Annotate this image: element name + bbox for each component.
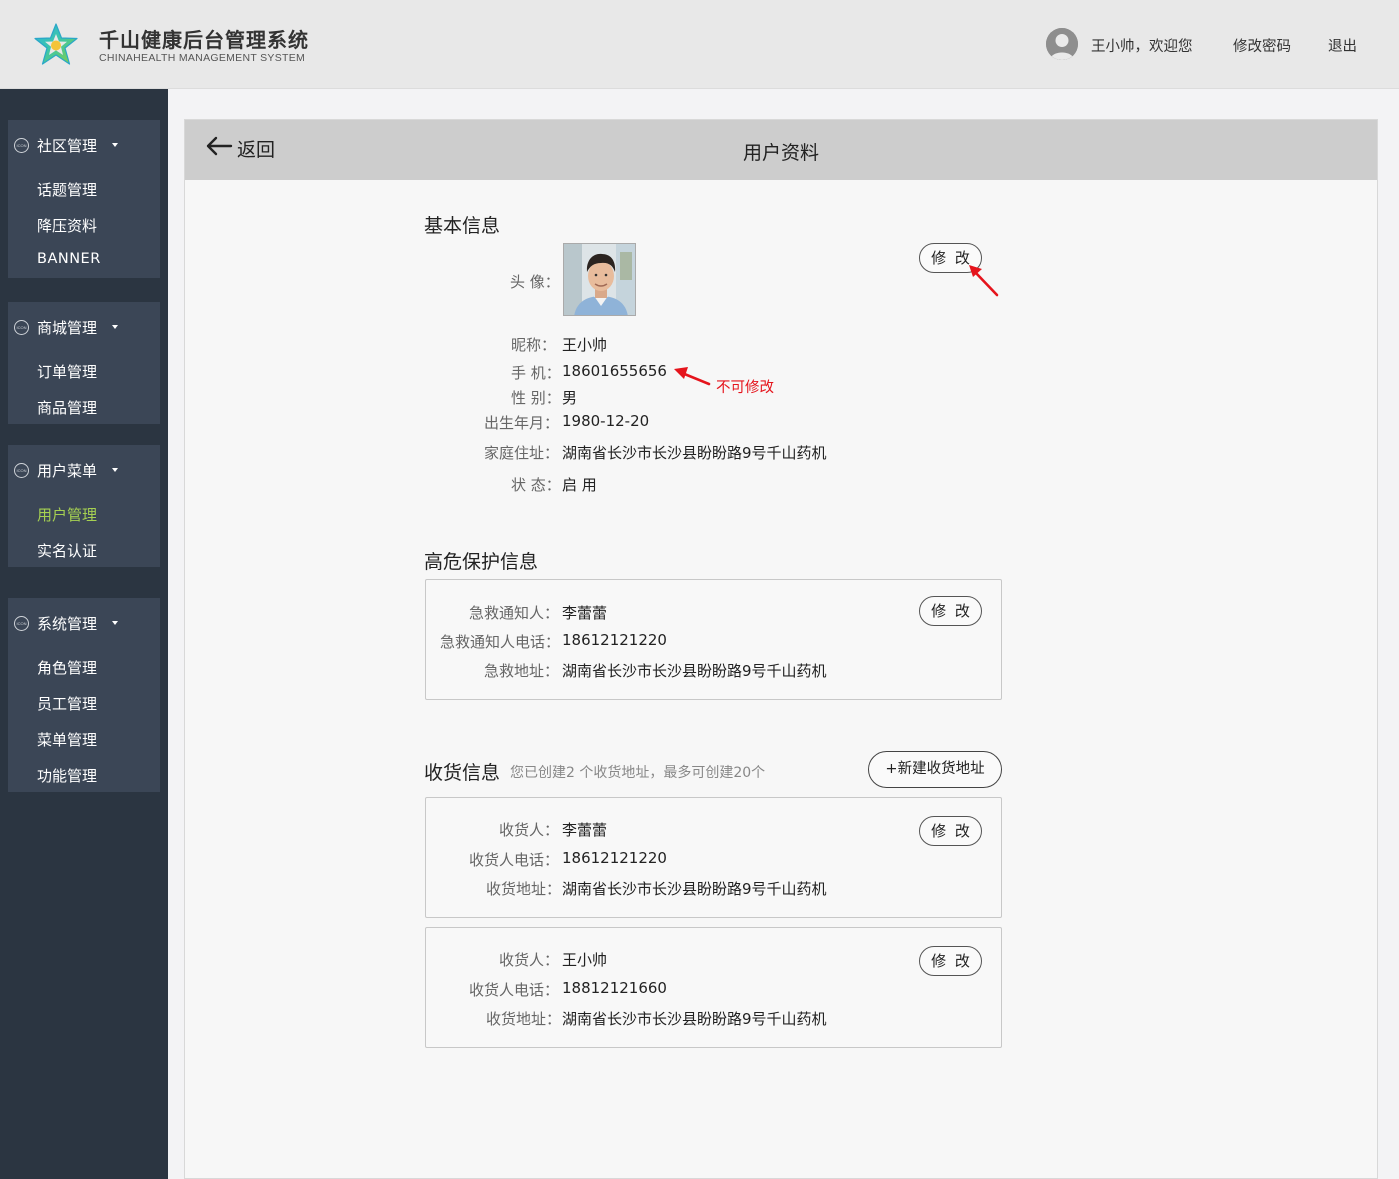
menu-group-system: ICON 系统管理 角色管理 员工管理 菜单管理 功能管理 <box>8 598 160 792</box>
menu-placeholder-icon: ICON <box>14 463 29 478</box>
avatar-label: 头 像： <box>510 273 560 291</box>
top-header: 千山健康后台管理系统 CHINAHEALTH MANAGEMENT SYSTEM… <box>0 0 1399 89</box>
change-password-link[interactable]: 修改密码 <box>1233 35 1291 56</box>
menu-head-label: 系统管理 <box>37 615 98 633</box>
welcome-text: 王小帅，欢迎您 <box>1091 39 1193 55</box>
menu-placeholder-icon: ICON <box>14 138 29 153</box>
back-label: 返回 <box>237 139 276 161</box>
menu-head-label: 用户菜单 <box>37 462 98 480</box>
phone-label: 手 机： <box>511 364 561 382</box>
app-subtitle: CHINAHEALTH MANAGEMENT SYSTEM <box>99 52 306 64</box>
shipping-address-label: 收货地址： <box>486 1010 562 1028</box>
sidebar: ICON 社区管理 话题管理 降压资料 BANNER ICON 商城管理 订单管… <box>0 89 168 1179</box>
status-label: 状 态： <box>511 476 561 494</box>
shipping-address-value: 湖南省长沙市长沙县盼盼路9号千山药机 <box>562 1010 827 1028</box>
annotation-arrow-icon <box>969 265 999 297</box>
annotation-arrow-icon <box>674 367 711 386</box>
menu-head-label: 商城管理 <box>37 319 98 337</box>
basic-info-title: 基本信息 <box>424 215 501 237</box>
emergency-address-value: 湖南省长沙市长沙县盼盼路9号千山药机 <box>562 662 827 680</box>
menu-item-products[interactable]: 商品管理 <box>37 397 97 418</box>
menu-item-menus[interactable]: 菜单管理 <box>37 729 97 750</box>
receiver-value: 王小帅 <box>562 951 608 969</box>
shipping-address-value: 湖南省长沙市长沙县盼盼路9号千山药机 <box>562 880 827 898</box>
menu-item-topics[interactable]: 话题管理 <box>37 179 97 200</box>
home-address-label: 家庭住址： <box>484 444 560 462</box>
birth-label: 出生年月： <box>484 414 560 432</box>
menu-item-roles[interactable]: 角色管理 <box>37 657 97 678</box>
menu-head-system[interactable]: ICON 系统管理 <box>8 598 160 648</box>
menu-group-mall: ICON 商城管理 订单管理 商品管理 <box>8 302 160 424</box>
menu-group-community: ICON 社区管理 话题管理 降压资料 BANNER <box>8 120 160 278</box>
panel-header: 返回 用户资料 <box>185 120 1377 180</box>
shipping-hint: 您已创建2 个收货地址，最多可创建20个 <box>510 765 766 781</box>
receiver-phone-value: 18812121660 <box>562 979 667 997</box>
birth-value: 1980-12-20 <box>562 412 650 430</box>
menu-item-staff[interactable]: 员工管理 <box>37 693 97 714</box>
menu-head-community[interactable]: ICON 社区管理 <box>8 120 160 170</box>
menu-placeholder-icon: ICON <box>14 616 29 631</box>
user-avatar-icon[interactable] <box>1046 28 1078 60</box>
gender-label: 性 别： <box>511 389 561 407</box>
not-editable-note: 不可修改 <box>716 380 774 396</box>
page-title: 用户资料 <box>743 142 820 164</box>
menu-placeholder-icon: ICON <box>14 320 29 335</box>
emergency-info-title: 高危保护信息 <box>424 551 539 573</box>
receiver-label: 收货人： <box>499 951 560 969</box>
menu-item-banner[interactable]: BANNER <box>37 251 101 267</box>
caret-down-icon <box>112 468 118 472</box>
emergency-phone-value: 18612121220 <box>562 631 667 649</box>
menu-item-bp-material[interactable]: 降压资料 <box>37 215 97 236</box>
new-address-button[interactable]: +新建收货地址 <box>868 751 1002 788</box>
caret-down-icon <box>112 325 118 329</box>
emergency-contact-label: 急救通知人： <box>469 604 560 622</box>
edit-address-button[interactable]: 修 改 <box>919 946 982 976</box>
home-address-value: 湖南省长沙市长沙县盼盼路9号千山药机 <box>562 444 827 462</box>
edit-emergency-button[interactable]: 修 改 <box>919 596 982 626</box>
menu-group-user: ICON 用户菜单 用户管理 实名认证 <box>8 445 160 567</box>
caret-down-icon <box>112 621 118 625</box>
receiver-label: 收货人： <box>499 821 560 839</box>
phone-value: 18601655656 <box>562 362 667 380</box>
receiver-phone-label: 收货人电话： <box>469 851 560 869</box>
gender-value: 男 <box>562 389 578 407</box>
caret-down-icon <box>112 143 118 147</box>
emergency-address-label: 急救地址： <box>484 662 560 680</box>
menu-head-label: 社区管理 <box>37 137 98 155</box>
shipping-info-title: 收货信息 <box>424 762 501 784</box>
nickname-value: 王小帅 <box>562 336 608 354</box>
logout-link[interactable]: 退出 <box>1328 35 1357 56</box>
receiver-phone-label: 收货人电话： <box>469 981 560 999</box>
user-photo <box>563 243 636 316</box>
emergency-phone-label: 急救通知人电话： <box>440 633 561 651</box>
menu-head-user[interactable]: ICON 用户菜单 <box>8 445 160 495</box>
star-logo-icon <box>34 23 78 65</box>
receiver-phone-value: 18612121220 <box>562 849 667 867</box>
edit-address-button[interactable]: 修 改 <box>919 816 982 846</box>
status-value: 启 用 <box>562 476 597 494</box>
menu-item-orders[interactable]: 订单管理 <box>37 361 97 382</box>
nickname-label: 昵称： <box>511 336 557 354</box>
menu-item-functions[interactable]: 功能管理 <box>37 765 97 786</box>
menu-item-user-management[interactable]: 用户管理 <box>37 504 97 525</box>
menu-item-real-name[interactable]: 实名认证 <box>37 540 97 561</box>
emergency-contact-value: 李蕾蕾 <box>562 604 608 622</box>
arrow-left-icon <box>206 136 233 156</box>
shipping-address-label: 收货地址： <box>486 880 562 898</box>
app-title: 千山健康后台管理系统 <box>99 28 309 52</box>
menu-head-mall[interactable]: ICON 商城管理 <box>8 302 160 352</box>
receiver-value: 李蕾蕾 <box>562 821 608 839</box>
